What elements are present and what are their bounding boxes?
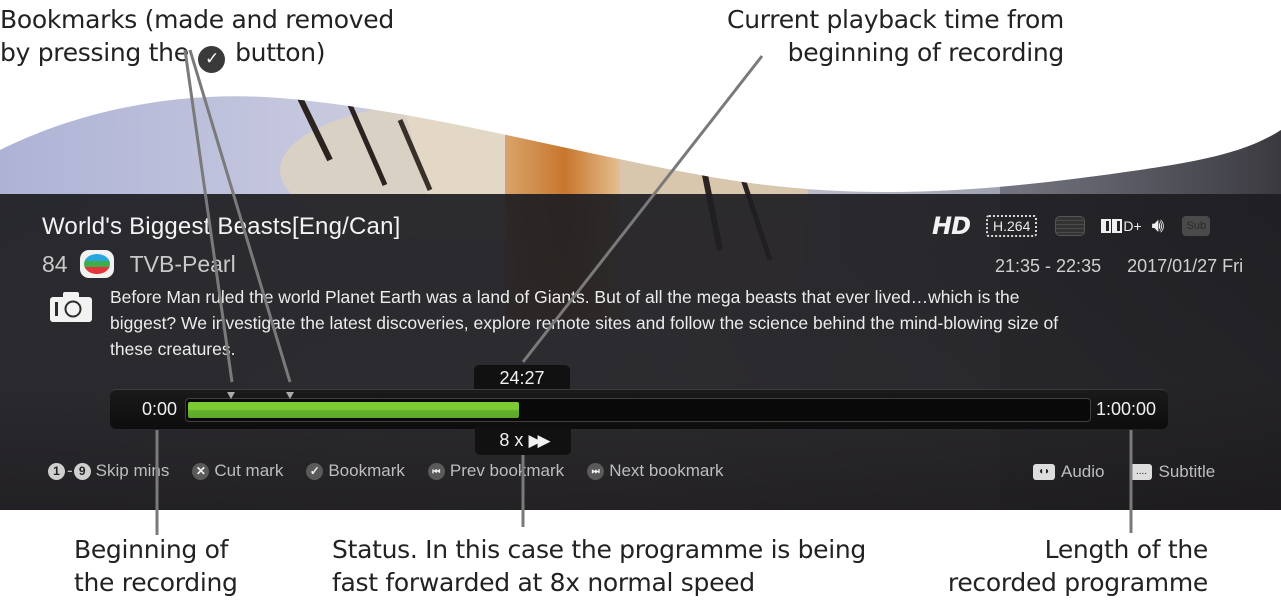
end-time: 1:00:00 <box>1095 399 1156 419</box>
callout-length: Length of the recorded programme <box>900 533 1208 599</box>
channel-name: TVB-Pearl <box>129 250 236 277</box>
hint-label: Audio <box>1061 462 1105 481</box>
callout-length-line1: Length of the <box>1044 535 1209 564</box>
hint-label: Prev bookmark <box>449 461 565 480</box>
subtitle-badge: Sub <box>1182 216 1211 236</box>
callout-status-line2: fast forwarded at 8x normal speed <box>332 568 755 597</box>
callout-beginning-line1: Beginning of <box>74 535 229 564</box>
callout-current-time-line2: beginning of recording <box>787 38 1065 67</box>
camera-icon <box>50 292 92 322</box>
hint-label: Bookmark <box>328 461 405 480</box>
bookmark-marker <box>286 392 294 399</box>
callout-bookmarks-line3: button) <box>235 38 326 67</box>
check-circle-icon: ✓ <box>198 46 226 73</box>
audio-icon: ◖◗ <box>1033 464 1055 480</box>
callout-length-line2: recorded programme <box>947 568 1208 597</box>
callout-bookmarks: Bookmarks (made and removed by pressing … <box>0 3 394 73</box>
teletext-icon <box>1055 216 1086 236</box>
callout-status: Status. In this case the programme is be… <box>332 533 866 599</box>
schedule-info: 21:35 - 22:35 2017/01/27 Fri <box>995 256 1243 277</box>
hint-skip-mins[interactable]: 1 - 9 Skip mins <box>48 461 169 481</box>
hint-cut-mark[interactable]: ✕ Cut mark <box>192 461 283 481</box>
programme-description: Before Man ruled the world Planet Earth … <box>110 287 1059 359</box>
progress-fill <box>188 402 519 418</box>
progress-track[interactable] <box>185 392 1091 422</box>
hint-label: Subtitle <box>1158 462 1216 481</box>
start-time: 0:00 <box>142 399 178 419</box>
speaker-icon: 🔊︎ <box>1151 214 1165 237</box>
hd-badge: HD <box>932 212 971 240</box>
check-circle-icon: ✓ <box>306 462 324 480</box>
dolby-label: D+ <box>1123 218 1142 234</box>
hint-prev-bookmark[interactable]: ⏮ Prev bookmark <box>427 461 565 481</box>
hint-audio[interactable]: ◖◗ Audio <box>1033 462 1104 482</box>
cross-circle-icon: ✕ <box>192 462 210 480</box>
hint-subtitle[interactable]: .... Subtitle <box>1130 462 1215 482</box>
key-1-icon: 1 <box>48 462 65 480</box>
format-badges: HD H.264 D+ 🔊︎ Sub <box>932 212 1211 240</box>
callout-current-time: Current playback time from beginning of … <box>712 3 1064 69</box>
broadcast-date: 2017/01/27 Fri <box>1127 256 1244 276</box>
callout-bookmarks-line1: Bookmarks (made and removed <box>0 5 394 34</box>
callout-bookmarks-line2-wrap: by pressing the ✓ button) <box>0 36 394 73</box>
hint-label: Next bookmark <box>609 461 724 480</box>
callout-status-line1: Status. In this case the programme is be… <box>332 535 866 564</box>
current-time-label: 24:27 <box>474 365 570 392</box>
bookmark-marker <box>227 392 235 399</box>
channel-logo-icon <box>79 250 114 278</box>
channel-number: 84 <box>42 250 68 277</box>
hint-bookmark[interactable]: ✓ Bookmark <box>306 461 405 481</box>
fast-forward-icon: ▶▶ <box>528 431 550 450</box>
range-dash: - <box>67 461 73 480</box>
dolby-digital-plus-icon: D+ <box>1101 218 1142 234</box>
key-9-icon: 9 <box>73 462 91 480</box>
playback-status: 8 x ▶▶ <box>475 427 571 455</box>
channel-info: 84 TVB-Pearl <box>42 250 236 278</box>
callout-beginning: Beginning of the recording <box>74 533 238 599</box>
callout-current-time-line1: Current playback time from <box>727 5 1064 34</box>
time-range: 21:35 - 22:35 <box>995 256 1102 276</box>
callout-bookmarks-line2: by pressing the <box>0 38 189 67</box>
speed-label: 8 x <box>499 430 524 450</box>
hint-label: Skip mins <box>95 461 170 480</box>
hint-next-bookmark[interactable]: ⏭ Next bookmark <box>587 461 724 481</box>
skip-back-icon: ⏮ <box>427 462 445 480</box>
subtitle-icon: .... <box>1130 464 1153 480</box>
programme-title: World's Biggest Beasts[Eng/Can] <box>42 213 401 240</box>
skip-forward-icon: ⏭ <box>587 462 605 480</box>
key-hints-right: ◖◗ Audio .... Subtitle <box>1033 462 1238 482</box>
progress-bar[interactable]: 0:00 1:00:00 <box>110 389 1168 429</box>
callout-beginning-line2: the recording <box>74 568 238 597</box>
hint-label: Cut mark <box>214 461 284 480</box>
codec-badge: H.264 <box>986 215 1038 237</box>
key-hints: 1 - 9 Skip mins ✕ Cut mark ✓ Bookmark ⏮ … <box>48 461 747 481</box>
